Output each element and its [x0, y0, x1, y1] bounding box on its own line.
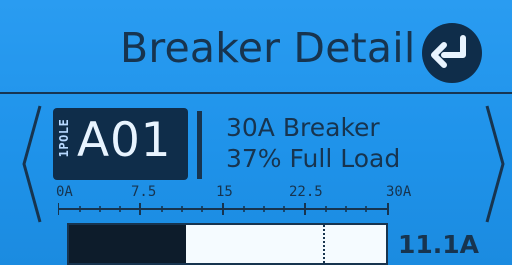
breaker-rating: 30A Breaker [226, 113, 380, 142]
current-readout: 11.1A [398, 230, 480, 259]
load-bar-fill [69, 225, 187, 263]
load-percentage: 37% Full Load [226, 144, 401, 173]
pole-label: 1POLE [54, 112, 74, 170]
right-arrow-icon[interactable] [485, 104, 507, 224]
header-divider [0, 92, 512, 94]
scale-label-7-5: 7.5 [131, 184, 157, 200]
return-arrow-icon[interactable] [420, 21, 484, 85]
breaker-id: A01 [77, 113, 172, 168]
scale-label-22-5: 22.5 [289, 184, 323, 200]
header: Breaker Detail [0, 0, 512, 92]
pole-text: 1POLE [57, 118, 71, 158]
id-divider [197, 111, 202, 179]
breaker-detail-screen: Breaker Detail 1POLE A01 30A Breaker 37%… [0, 0, 512, 265]
load-threshold-marker [322, 225, 325, 263]
page-title: Breaker Detail [120, 24, 416, 72]
left-arrow-icon[interactable] [20, 104, 42, 224]
scale-label-30a: 30A [386, 184, 412, 200]
scale-label-0a: 0A [56, 184, 73, 200]
scale-axis [58, 203, 389, 215]
load-bar [67, 223, 388, 265]
scale-label-15: 15 [216, 184, 233, 200]
